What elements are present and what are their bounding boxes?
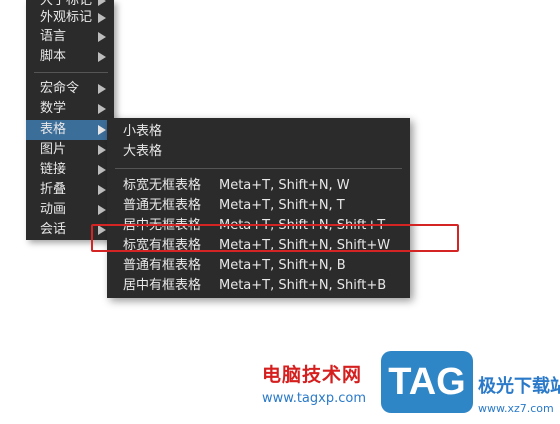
submenu-arrow-icon: [98, 145, 106, 155]
menu-item-appearance-tag[interactable]: 外观标记: [26, 8, 114, 28]
menu-item-animation[interactable]: 动画: [26, 200, 114, 220]
submenu-item-large-table[interactable]: 大表格: [107, 142, 410, 162]
main-context-menu: 大子标记 外观标记 语言 脚本 宏命令 数学 表格 图片 链接 折叠 动画 会话: [26, 0, 114, 240]
highlight-annotation-box: [91, 224, 459, 252]
submenu-item-wide-borderless-table[interactable]: 标宽无框表格 Meta+T, Shift+N, W: [107, 176, 410, 196]
menu-item-label: 折叠: [40, 182, 67, 197]
submenu-item-shortcut: Meta+T, Shift+N, B: [219, 258, 346, 273]
submenu-item-normal-bordered-table[interactable]: 普通有框表格 Meta+T, Shift+N, B: [107, 256, 410, 276]
submenu-item-label: 普通无框表格: [123, 198, 202, 213]
submenu-separator: [115, 168, 402, 169]
menu-item-label: 会话: [40, 222, 67, 237]
submenu-arrow-icon: [98, 13, 106, 23]
menu-item-math[interactable]: 数学: [26, 99, 114, 119]
submenu-arrow-icon: [98, 125, 106, 135]
submenu-arrow-icon: [98, 84, 106, 94]
watermark-right-url: www.xz7.com: [478, 402, 554, 415]
submenu-item-label: 大表格: [123, 144, 163, 159]
menu-item-label: 语言: [40, 29, 67, 44]
submenu-arrow-icon: [98, 52, 106, 62]
submenu-item-label: 小表格: [123, 124, 163, 139]
table-submenu: 小表格 大表格 标宽无框表格 Meta+T, Shift+N, W 普通无框表格…: [107, 118, 410, 298]
menu-separator: [34, 72, 108, 73]
menu-item-image[interactable]: 图片: [26, 140, 114, 160]
submenu-arrow-icon: [98, 0, 106, 6]
watermark-site-name: 电脑技术网: [262, 364, 363, 386]
submenu-arrow-icon: [98, 205, 106, 215]
menu-item-label: 图片: [40, 142, 67, 157]
submenu-arrow-icon: [98, 165, 106, 175]
submenu-arrow-icon: [98, 104, 106, 114]
submenu-item-shortcut: Meta+T, Shift+N, Shift+B: [219, 278, 387, 293]
watermark-right: 极光下载站 www.xz7.com: [478, 372, 560, 415]
menu-item-fold[interactable]: 折叠: [26, 180, 114, 200]
menu-item-label: 外观标记: [40, 10, 93, 25]
menu-item-label: 动画: [40, 202, 67, 217]
menu-item-label: 链接: [40, 162, 67, 177]
menu-item-macro[interactable]: 宏命令: [26, 79, 114, 99]
submenu-item-small-table[interactable]: 小表格: [107, 122, 410, 142]
menu-item-label: 脚本: [40, 49, 67, 64]
tag-logo: TAG: [381, 351, 473, 413]
menu-item-table[interactable]: 表格: [26, 120, 114, 140]
submenu-arrow-icon: [98, 32, 106, 42]
submenu-item-label: 居中有框表格: [123, 278, 202, 293]
submenu-item-shortcut: Meta+T, Shift+N, T: [219, 198, 345, 213]
submenu-item-label: 普通有框表格: [123, 258, 202, 273]
menu-item-label: 表格: [40, 122, 67, 137]
submenu-item-shortcut: Meta+T, Shift+N, W: [219, 178, 350, 193]
menu-item-script[interactable]: 脚本: [26, 47, 114, 67]
menu-item-label: 宏命令: [40, 81, 80, 96]
watermark-site-url: www.tagxp.com: [262, 391, 366, 406]
watermark-left: 电脑技术网 www.tagxp.com: [262, 360, 366, 406]
submenu-item-centered-bordered-table[interactable]: 居中有框表格 Meta+T, Shift+N, Shift+B: [107, 276, 410, 296]
menu-item-label: 数学: [40, 101, 67, 116]
submenu-item-normal-borderless-table[interactable]: 普通无框表格 Meta+T, Shift+N, T: [107, 196, 410, 216]
submenu-item-label: 标宽无框表格: [123, 178, 202, 193]
submenu-arrow-icon: [98, 185, 106, 195]
menu-item-link[interactable]: 链接: [26, 160, 114, 180]
menu-item-language[interactable]: 语言: [26, 27, 114, 47]
watermark-right-name: 极光下载站: [478, 376, 560, 397]
